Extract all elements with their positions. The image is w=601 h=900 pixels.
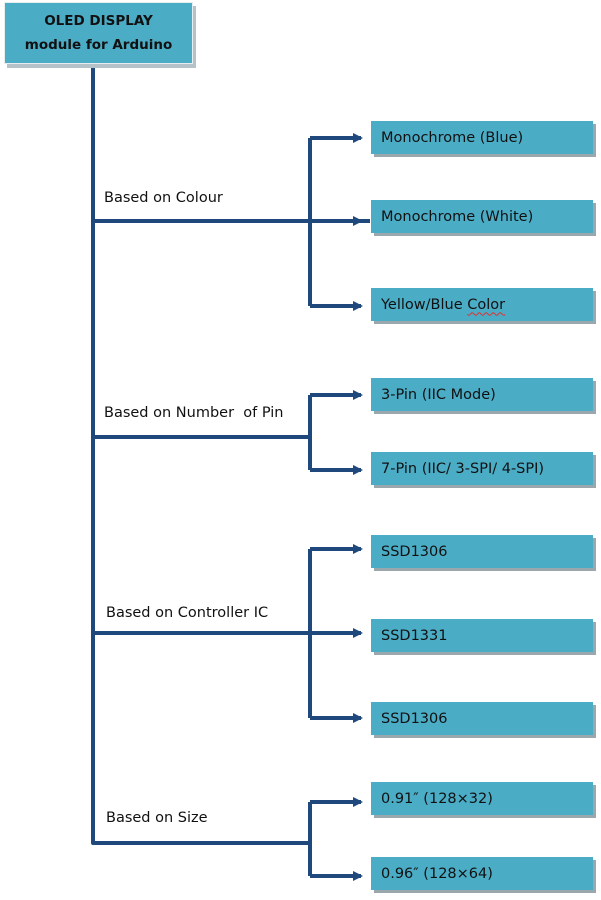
leaf-label: SSD1306	[381, 710, 448, 727]
root-title-line2: module for Arduino	[24, 37, 173, 53]
root-node: OLED DISPLAY module for Arduino	[4, 2, 193, 64]
trunk-line	[91, 64, 310, 845]
leaf-node: 7-Pin (IIC/ 3-SPI/ 4-SPI)	[371, 452, 593, 485]
leaf-node: Yellow/Blue Color	[371, 288, 593, 321]
category-label-controller: Based on Controller IC	[106, 605, 269, 621]
leaf-label: Yellow/Blue Color	[381, 296, 506, 313]
leaf-label: Monochrome (Blue)	[381, 129, 524, 146]
leaf-label: 0.91″ (128×32)	[381, 790, 493, 807]
leaf-label: SSD1306	[381, 543, 448, 560]
leaf-node: SSD1306	[371, 702, 593, 735]
leaf-label: 7-Pin (IIC/ 3-SPI/ 4-SPI)	[381, 460, 545, 477]
category-label-pin: Based on Number of Pin	[104, 405, 284, 421]
leaf-node: Monochrome (White)	[371, 200, 593, 233]
leaf-label: 0.96″ (128×64)	[381, 865, 493, 882]
leaf-node: SSD1331	[371, 619, 593, 652]
category-label-colour: Based on Colour	[104, 190, 223, 206]
leaf-node: 0.91″ (128×32)	[371, 782, 593, 815]
leaf-node: 0.96″ (128×64)	[371, 857, 593, 890]
leaf-node: 3-Pin (IIC Mode)	[371, 378, 593, 411]
leaf-node: Monochrome (Blue)	[371, 121, 593, 154]
category-label-size: Based on Size	[106, 810, 208, 826]
leaf-label: 3-Pin (IIC Mode)	[381, 386, 496, 403]
spellcheck-flagged-word: Color	[467, 296, 506, 313]
leaf-label: Monochrome (White)	[381, 208, 534, 225]
leaf-node: SSD1306	[371, 535, 593, 568]
root-title-line1: OLED DISPLAY	[44, 13, 153, 29]
leaf-label: SSD1331	[381, 627, 448, 644]
